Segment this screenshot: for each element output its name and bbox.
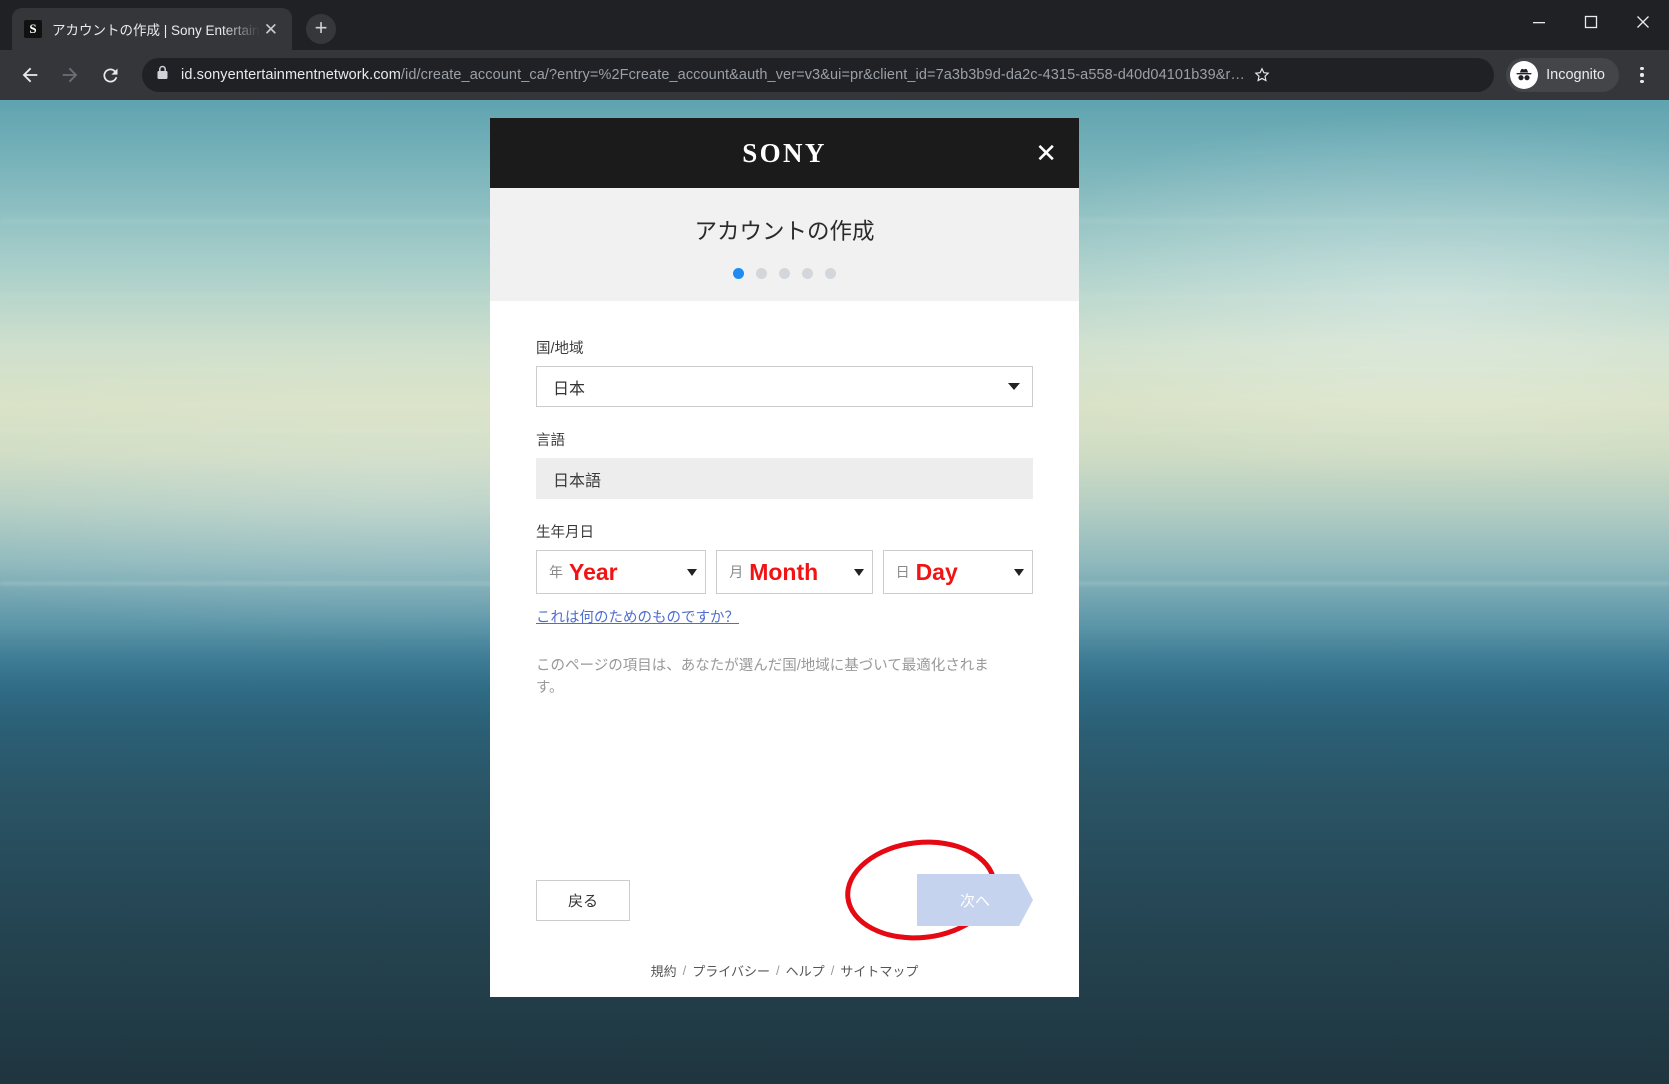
tab-strip: S アカウントの作成 | Sony Entertainm ✕ + [0, 0, 1669, 50]
dob-month-unit: 月 [729, 564, 744, 580]
step-dot-1 [733, 268, 744, 279]
footer-link-terms[interactable]: 規約 [651, 961, 677, 980]
page-viewport: SONY ✕ アカウントの作成 国/地域 日本 言語 日本語 生年月日 年 Ye… [0, 100, 1669, 1084]
address-bar[interactable]: id.sonyentertainmentnetwork.com/id/creat… [142, 58, 1495, 92]
why-dob-link[interactable]: これは何のためのものですか？ [536, 606, 739, 627]
close-icon[interactable]: ✕ [1035, 140, 1057, 166]
forward-arrow-icon[interactable] [50, 55, 90, 95]
chevron-down-icon [1014, 568, 1024, 576]
back-arrow-icon[interactable] [10, 55, 50, 95]
country-value: 日本 [553, 380, 586, 398]
dob-year-value: Year [569, 558, 618, 585]
country-label: 国/地域 [536, 341, 584, 357]
sony-favicon-icon: S [24, 20, 42, 38]
country-field: 国/地域 日本 [536, 337, 1033, 407]
new-tab-button[interactable]: + [306, 14, 336, 44]
step-dot-2 [756, 268, 767, 279]
browser-window: S アカウントの作成 | Sony Entertainm ✕ + id.sony… [0, 0, 1669, 1084]
country-select[interactable]: 日本 [536, 366, 1033, 407]
optimization-note: このページの項目は、あなたが選んだ国/地域に基づいて最適化されます。 [536, 658, 989, 697]
maximize-button[interactable] [1565, 0, 1617, 44]
step-indicator [490, 268, 1079, 279]
tab-close-icon[interactable]: ✕ [260, 19, 282, 40]
page-title: アカウントの作成 [694, 219, 875, 244]
url-path: /id/create_account_ca/?entry=%2Fcreate_a… [400, 67, 1246, 83]
sony-logo: SONY [742, 137, 827, 168]
url-host: id.sonyentertainmentnetwork.com [181, 67, 401, 83]
modal-actions: 戻る 次へ [490, 832, 1079, 948]
language-readonly-value: 日本語 [536, 458, 1033, 499]
step-dot-5 [825, 268, 836, 279]
step-dot-3 [779, 268, 790, 279]
chevron-down-icon [687, 568, 698, 576]
star-icon[interactable] [1245, 58, 1279, 92]
browser-toolbar: id.sonyentertainmentnetwork.com/id/creat… [0, 50, 1669, 100]
browser-tab[interactable]: S アカウントの作成 | Sony Entertainm ✕ [12, 8, 292, 50]
footer-link-privacy[interactable]: プライバシー [692, 961, 770, 980]
next-button[interactable]: 次へ [917, 874, 1033, 926]
modal-header: SONY ✕ [490, 118, 1079, 188]
next-button-wrapper: 次へ [840, 832, 1033, 948]
close-window-button[interactable] [1617, 0, 1669, 44]
language-label: 言語 [536, 433, 565, 449]
dob-row: 年 Year 月 Month 日 Day [536, 550, 1033, 594]
dob-month-select[interactable]: 月 Month [716, 550, 873, 594]
modal-body: 国/地域 日本 言語 日本語 生年月日 年 Year 月 Month 日 Day… [490, 301, 1079, 857]
dob-day-unit: 日 [895, 564, 910, 580]
footer-separator-2: / [776, 962, 780, 978]
dob-day-value: Day [915, 558, 958, 585]
step-dot-4 [802, 268, 813, 279]
back-button[interactable]: 戻る [536, 879, 630, 921]
chevron-down-icon [853, 568, 864, 576]
incognito-indicator[interactable]: Incognito [1506, 58, 1619, 92]
footer-separator-1: / [682, 962, 687, 978]
kebab-menu-icon[interactable] [1625, 66, 1659, 84]
modal-footer-links: 規約 / プライバシー / ヘルプ / サイトマップ [490, 943, 1079, 997]
incognito-icon [1510, 61, 1539, 89]
dob-month-value: Month [749, 558, 819, 585]
sky-glow [980, 110, 1669, 490]
chevron-down-icon [1008, 383, 1020, 390]
dob-year-unit: 年 [549, 564, 563, 580]
reload-icon[interactable] [90, 55, 130, 95]
dob-field: 生年月日 年 Year 月 Month 日 Day これは何のためのものですか？ [536, 521, 1033, 627]
footer-link-sitemap[interactable]: サイトマップ [840, 961, 918, 980]
window-controls [1513, 0, 1669, 44]
url-text: id.sonyentertainmentnetwork.com/id/creat… [181, 67, 1245, 83]
dob-year-select[interactable]: 年 Year [536, 550, 707, 594]
modal-title-bar: アカウントの作成 [490, 188, 1079, 301]
create-account-modal: SONY ✕ アカウントの作成 国/地域 日本 言語 日本語 生年月日 年 Ye… [490, 118, 1079, 997]
incognito-label: Incognito [1546, 67, 1605, 83]
dob-day-select[interactable]: 日 Day [882, 550, 1033, 594]
footer-link-help[interactable]: ヘルプ [786, 961, 825, 980]
minimize-button[interactable] [1513, 0, 1565, 44]
dob-label: 生年月日 [536, 525, 594, 541]
tab-title: アカウントの作成 | Sony Entertainm [52, 23, 260, 38]
lock-icon [156, 65, 169, 85]
language-field: 言語 日本語 [536, 429, 1033, 499]
footer-separator-3: / [830, 962, 835, 978]
